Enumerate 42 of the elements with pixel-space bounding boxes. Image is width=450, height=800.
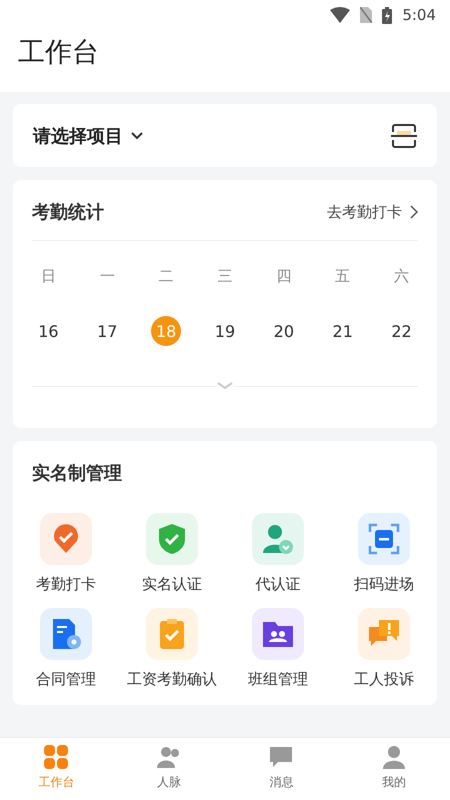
nav-tab[interactable]: 消息 <box>225 738 338 800</box>
battery-charging-icon <box>382 6 392 24</box>
people-icon <box>156 744 182 770</box>
feature-item[interactable]: 工资考勤确认 <box>119 608 225 689</box>
status-time: 5:04 <box>402 6 436 24</box>
calendar-day[interactable]: 16 <box>33 316 64 346</box>
feature-item[interactable]: 代认证 <box>225 513 331 594</box>
card-title: 实名制管理 <box>32 462 122 485</box>
weekday-label: 四 <box>276 267 292 286</box>
calendar-day[interactable]: 19 <box>210 316 240 346</box>
feature-item[interactable]: 合同管理 <box>13 608 119 689</box>
chevron-right-icon <box>410 205 418 219</box>
clock-in-link[interactable]: 去考勤打卡 <box>327 202 418 222</box>
nav-tab[interactable]: 我的 <box>338 738 450 800</box>
calendar-day[interactable]: 22 <box>386 316 417 346</box>
no-sim-icon <box>360 7 372 23</box>
wifi-icon <box>330 7 350 23</box>
person-check-icon <box>261 522 295 556</box>
scan-icon[interactable] <box>391 124 417 148</box>
calendar-day[interactable]: 21 <box>328 316 358 346</box>
weekday-label: 日 <box>40 267 56 286</box>
weekday-label: 三 <box>217 267 232 286</box>
grid-icon <box>43 744 70 770</box>
weekday-label: 一 <box>100 267 115 286</box>
page-title: 工作台 <box>17 36 100 70</box>
card-title: 考勤统计 <box>32 201 104 224</box>
person-icon <box>380 744 407 770</box>
calendar-day[interactable]: 20 <box>268 316 299 346</box>
scan-icon <box>367 522 401 556</box>
nav-tab[interactable]: 人脉 <box>112 738 225 800</box>
feature-item[interactable]: 扫码进场 <box>331 513 437 594</box>
feature-item[interactable]: 实名认证 <box>119 513 225 594</box>
weekday-label: 五 <box>335 267 350 286</box>
chevron-down-icon <box>131 132 143 140</box>
feature-item[interactable]: 班组管理 <box>225 608 331 689</box>
feature-item[interactable]: 工人投诉 <box>331 608 437 689</box>
project-selector[interactable]: 请选择项目 <box>33 124 143 148</box>
calendar-day[interactable]: 17 <box>92 316 122 346</box>
feature-item[interactable]: 考勤打卡 <box>13 513 119 594</box>
weekday-label: 六 <box>394 267 410 286</box>
message-icon <box>268 744 294 770</box>
weekday-label: 二 <box>158 267 174 286</box>
